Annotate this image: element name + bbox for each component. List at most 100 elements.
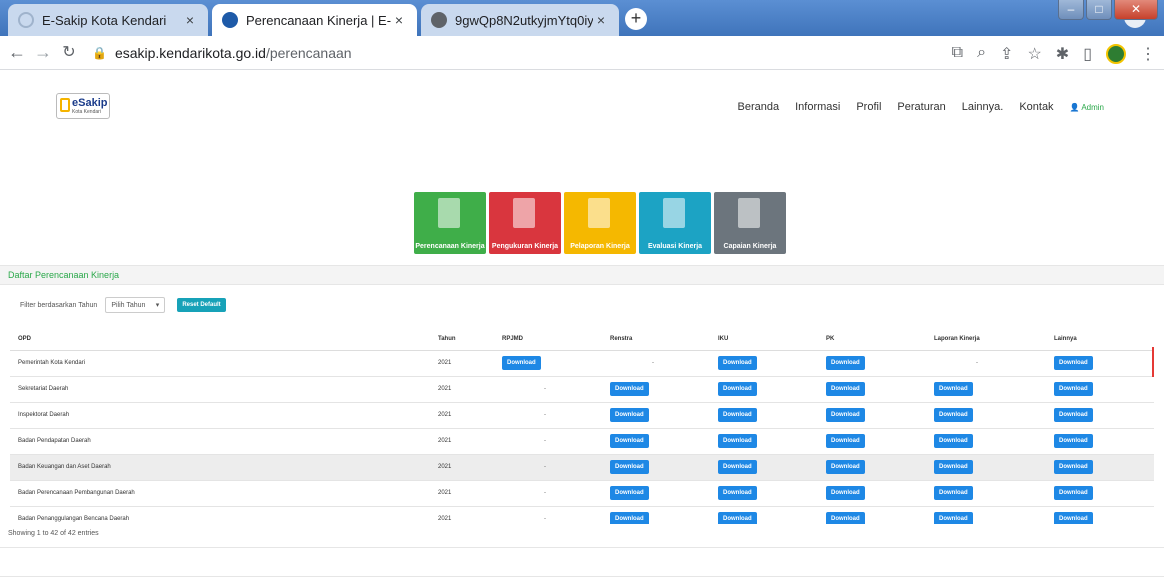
- lainnya-cell: Download: [1046, 402, 1154, 429]
- zoom-icon[interactable]: ⌕: [977, 44, 986, 64]
- column-header[interactable]: Tahun: [430, 328, 494, 351]
- close-tab-icon[interactable]: ×: [593, 12, 609, 28]
- download-button[interactable]: Download: [718, 408, 757, 422]
- download-button[interactable]: Download: [826, 460, 865, 474]
- download-button[interactable]: Download: [934, 460, 973, 474]
- close-window-icon[interactable]: ✕: [1114, 0, 1158, 20]
- iku-cell: Download: [710, 376, 818, 403]
- browser-toolbar: ⧉ ⌕ ⇪ ☆ ✱ ▯ ⋮: [952, 44, 1156, 64]
- download-button[interactable]: Download: [718, 460, 757, 474]
- column-header[interactable]: OPD: [10, 328, 430, 351]
- download-button[interactable]: Download: [1054, 382, 1093, 396]
- menu-kebab-icon[interactable]: ⋮: [1140, 44, 1156, 64]
- share-icon[interactable]: ⇪: [1000, 44, 1013, 64]
- column-header[interactable]: PK: [818, 328, 926, 351]
- side-panel-icon[interactable]: ▯: [1083, 44, 1092, 64]
- download-button[interactable]: Download: [1054, 356, 1093, 370]
- download-button[interactable]: Download: [934, 408, 973, 422]
- profile-avatar[interactable]: [1106, 44, 1126, 64]
- browser-tab-active[interactable]: Perencanaan Kinerja | E-Sakip Ko ×: [212, 4, 417, 36]
- reload-icon[interactable]: ↻: [58, 42, 80, 62]
- column-header[interactable]: Laporan Kinerja: [926, 328, 1046, 351]
- download-button[interactable]: Download: [934, 382, 973, 396]
- download-button[interactable]: Download: [826, 382, 865, 396]
- download-button[interactable]: Download: [934, 512, 973, 524]
- download-button[interactable]: Download: [718, 382, 757, 396]
- download-button[interactable]: Download: [718, 512, 757, 524]
- iku-cell: Download: [710, 402, 818, 429]
- column-header[interactable]: Lainnya: [1046, 328, 1154, 351]
- document-icon: [438, 198, 460, 228]
- download-button[interactable]: Download: [718, 434, 757, 448]
- minimize-icon[interactable]: –: [1058, 0, 1084, 20]
- card-pengukuran[interactable]: Pengukuran Kinerja: [489, 192, 561, 254]
- download-button[interactable]: Download: [826, 486, 865, 500]
- download-button[interactable]: Download: [718, 486, 757, 500]
- check-file-icon: [663, 198, 685, 228]
- web-page: eSakip Kota Kendari Beranda Informasi Pr…: [0, 71, 1164, 580]
- nav-admin[interactable]: 👤 Admin: [1070, 103, 1104, 112]
- pk-cell: Download: [818, 454, 926, 481]
- year-select[interactable]: Pilih Tahun ▾: [105, 297, 166, 313]
- download-button[interactable]: Download: [1054, 408, 1093, 422]
- download-button[interactable]: Download: [934, 434, 973, 448]
- nav-lainnya[interactable]: Lainnya.: [962, 101, 1004, 113]
- browser-tab[interactable]: E-Sakip Kota Kendari ×: [8, 4, 208, 36]
- nav-kontak[interactable]: Kontak: [1019, 101, 1053, 113]
- nav-profil[interactable]: Profil: [856, 101, 881, 113]
- download-button[interactable]: Download: [610, 512, 649, 524]
- lainnya-cell: Download: [1046, 480, 1154, 507]
- download-button[interactable]: Download: [934, 486, 973, 500]
- nav-informasi[interactable]: Informasi: [795, 101, 840, 113]
- close-tab-icon[interactable]: ×: [391, 12, 407, 28]
- nav-peraturan[interactable]: Peraturan: [897, 101, 945, 113]
- download-button[interactable]: Download: [610, 486, 649, 500]
- esakip-logo[interactable]: eSakip Kota Kendari: [56, 93, 110, 119]
- close-tab-icon[interactable]: ×: [182, 12, 198, 28]
- card-pelaporan[interactable]: Pelaporan Kinerja: [564, 192, 636, 254]
- renstra-cell: Download: [602, 402, 710, 429]
- forward-arrow-icon[interactable]: →: [32, 42, 54, 63]
- new-tab-button[interactable]: +: [625, 8, 647, 30]
- card-capaian[interactable]: Capaian Kinerja: [714, 192, 786, 254]
- lainnya-cell: Download: [1046, 506, 1154, 524]
- column-header[interactable]: RPJMD: [494, 328, 602, 351]
- perencanaan-table-scroll[interactable]: OPD Tahun RPJMD Renstra IKU PK Laporan K…: [10, 328, 1154, 524]
- pk-cell: Download: [818, 480, 926, 507]
- download-button[interactable]: Download: [826, 408, 865, 422]
- download-button[interactable]: Download: [826, 512, 865, 524]
- rpjmd-cell: -: [494, 506, 602, 524]
- card-perencanaan[interactable]: Perencanaan Kinerja: [414, 192, 486, 254]
- download-button[interactable]: Download: [1054, 460, 1093, 474]
- lainnya-cell: Download: [1046, 428, 1154, 455]
- chevron-down-icon: ▾: [155, 302, 160, 309]
- browser-tab[interactable]: 9gwQp8N2utkyjmYtq0iyva1MzhC ×: [421, 4, 619, 36]
- column-header[interactable]: Renstra: [602, 328, 710, 351]
- tahun-cell: 2021: [430, 454, 494, 481]
- back-arrow-icon[interactable]: ←: [6, 42, 28, 63]
- iku-cell: Download: [710, 506, 818, 524]
- download-button[interactable]: Download: [826, 356, 865, 370]
- card-evaluasi[interactable]: Evaluasi Kinerja: [639, 192, 711, 254]
- download-button[interactable]: Download: [1054, 512, 1093, 524]
- translate-icon[interactable]: ⧉: [952, 44, 963, 64]
- download-button[interactable]: Download: [610, 382, 649, 396]
- download-button[interactable]: Download: [1054, 434, 1093, 448]
- logo-text: eSakip: [72, 97, 108, 109]
- download-button[interactable]: Download: [610, 460, 649, 474]
- download-button[interactable]: Download: [826, 434, 865, 448]
- column-header[interactable]: IKU: [710, 328, 818, 351]
- bookmark-star-icon[interactable]: ☆: [1027, 44, 1041, 64]
- extensions-icon[interactable]: ✱: [1056, 44, 1069, 64]
- download-button[interactable]: Download: [610, 408, 649, 422]
- reset-default-button[interactable]: Reset Default: [177, 298, 226, 312]
- tahun-cell: 2021: [430, 506, 494, 524]
- download-button[interactable]: Download: [718, 356, 757, 370]
- url-path: /perencanaan: [265, 45, 352, 61]
- maximize-icon[interactable]: □: [1086, 0, 1112, 20]
- download-button[interactable]: Download: [1054, 486, 1093, 500]
- nav-beranda[interactable]: Beranda: [738, 101, 780, 113]
- download-button[interactable]: Download: [610, 434, 649, 448]
- download-button[interactable]: Download: [502, 356, 541, 370]
- lainnya-cell: Download: [1046, 376, 1154, 403]
